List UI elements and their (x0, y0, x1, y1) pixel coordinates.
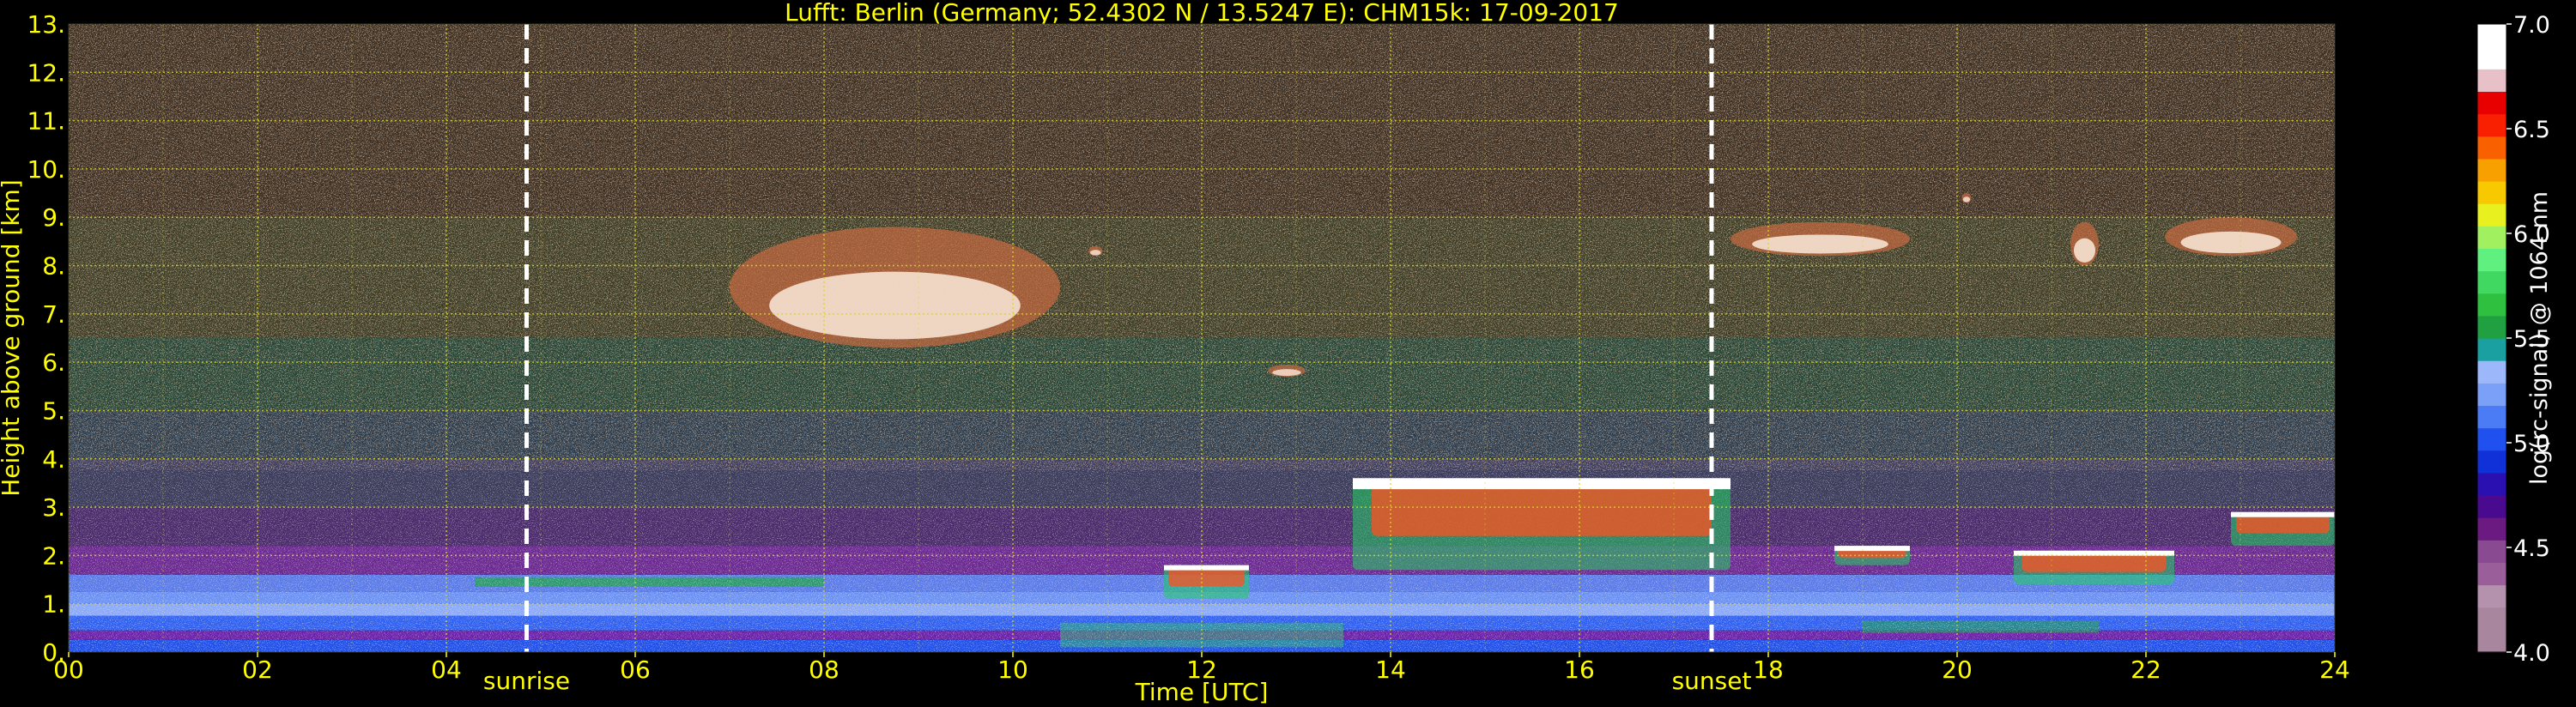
y-tick-label: 5. (42, 396, 65, 425)
cirrus-core (1752, 234, 1888, 254)
y-tick-label: 11. (27, 107, 65, 136)
cloud-core (1372, 485, 1712, 536)
cirrus-core (1272, 369, 1301, 377)
colorbar-segment (2477, 136, 2506, 160)
cirrus-core (2073, 238, 2096, 263)
y-tick-label: 0. (42, 638, 65, 667)
x-tick-label: 18 (1753, 656, 1784, 684)
colorbar-segment (2477, 338, 2506, 361)
ceilometer-figure: Lufft: Berlin (Germany; 52.4302 N / 13.5… (0, 0, 2553, 706)
y-tick-label: 12. (27, 58, 65, 87)
colorbar-segment (2477, 427, 2506, 451)
colorbar-segment (2477, 226, 2506, 250)
cloud-top (1834, 546, 1910, 552)
y-tick-label: 2. (42, 541, 65, 570)
colorbar-segment (2477, 360, 2506, 384)
marker-labels: sunrise sunset (483, 667, 1752, 695)
colorbar-segment (2477, 472, 2506, 496)
colorbar-segment (2477, 315, 2506, 339)
colorbar-segment (2477, 383, 2506, 407)
x-tick-label: 06 (620, 656, 651, 684)
colorbar-segment (2477, 46, 2506, 69)
colorbar (2476, 23, 2507, 653)
colorbar-segment (2477, 91, 2506, 115)
y-tick-label: 10. (27, 155, 65, 184)
x-tick-label: 02 (242, 656, 273, 684)
x-tick-label: 08 (809, 656, 839, 684)
colorbar-tick-label: 6.5 (2513, 117, 2550, 143)
cloud-top (1164, 565, 1249, 571)
colorbar-segment (2477, 450, 2506, 474)
cirrus-core (1962, 196, 1971, 202)
colorbar-segment (2477, 517, 2506, 541)
y-tick-label: 13. (27, 10, 65, 39)
marker-label-sunset: sunset (1672, 667, 1752, 695)
x-tick-label: 22 (2131, 656, 2161, 684)
colorbar-segment (2477, 181, 2506, 204)
colorbar-segment (2477, 24, 2506, 47)
cirrus-core (2180, 231, 2282, 254)
cloud-core (2236, 514, 2330, 534)
colorbar-segment (2477, 405, 2506, 429)
colorbar-segment (2477, 293, 2506, 317)
colorbar-segment (2477, 607, 2506, 631)
colorbar-tick-label: 7.0 (2513, 12, 2550, 39)
y-tick-label: 7. (42, 300, 65, 329)
x-tick-label: 14 (1375, 656, 1406, 684)
cirrus-core (769, 271, 1021, 340)
colorbar-segment (2477, 629, 2506, 653)
cloud-core (1167, 567, 1246, 587)
colorbar-segment (2477, 248, 2506, 272)
cloud-core (2021, 553, 2167, 572)
cloud-top (2231, 511, 2335, 517)
marker-label-sunrise: sunrise (483, 667, 570, 695)
x-axis-label: Time [UTC] (1135, 678, 1269, 706)
cirrus-core (1089, 250, 1101, 256)
colorbar-segment (2477, 540, 2506, 564)
y-tick-label: 1. (42, 590, 65, 619)
colorbar-segment (2477, 69, 2506, 93)
colorbar-segment (2477, 495, 2506, 518)
colorbar-segment (2477, 562, 2506, 586)
y-tick-label: 9. (42, 203, 65, 232)
x-tick-label: 04 (431, 656, 462, 684)
x-tick-label: 20 (1942, 656, 1973, 684)
y-tick-label: 4. (42, 445, 65, 474)
y-axis-label: Height above ground [km] (0, 179, 25, 497)
colorbar-label: log(rc-signal) @ 1064 nm (2526, 191, 2553, 485)
colorbar-segment (2477, 203, 2506, 227)
x-tick-label: 24 (2319, 656, 2350, 684)
colorbar-segment (2477, 113, 2506, 137)
x-tick-label: 16 (1564, 656, 1595, 684)
plot-area (69, 24, 2335, 652)
chart-title: Lufft: Berlin (Germany; 52.4302 N / 13.5… (785, 0, 1619, 27)
cloud-top (2014, 550, 2174, 556)
colorbar-segment (2477, 584, 2506, 608)
y-tick-label: 3. (42, 493, 65, 522)
y-tick-label: 8. (42, 252, 65, 281)
colorbar-tick-label: 4.0 (2513, 640, 2550, 667)
colorbar-segment (2477, 158, 2506, 182)
x-tick-label: 10 (997, 656, 1028, 684)
y-axis-ticks: 0. 1. 2. 3. 4. 5. 6. 7. 8. 9. 10. 11. 12. 13. (27, 10, 65, 667)
colorbar-tick-label: 4.5 (2513, 535, 2550, 562)
y-tick-label: 6. (42, 348, 65, 377)
colorbar-segment (2477, 270, 2506, 294)
